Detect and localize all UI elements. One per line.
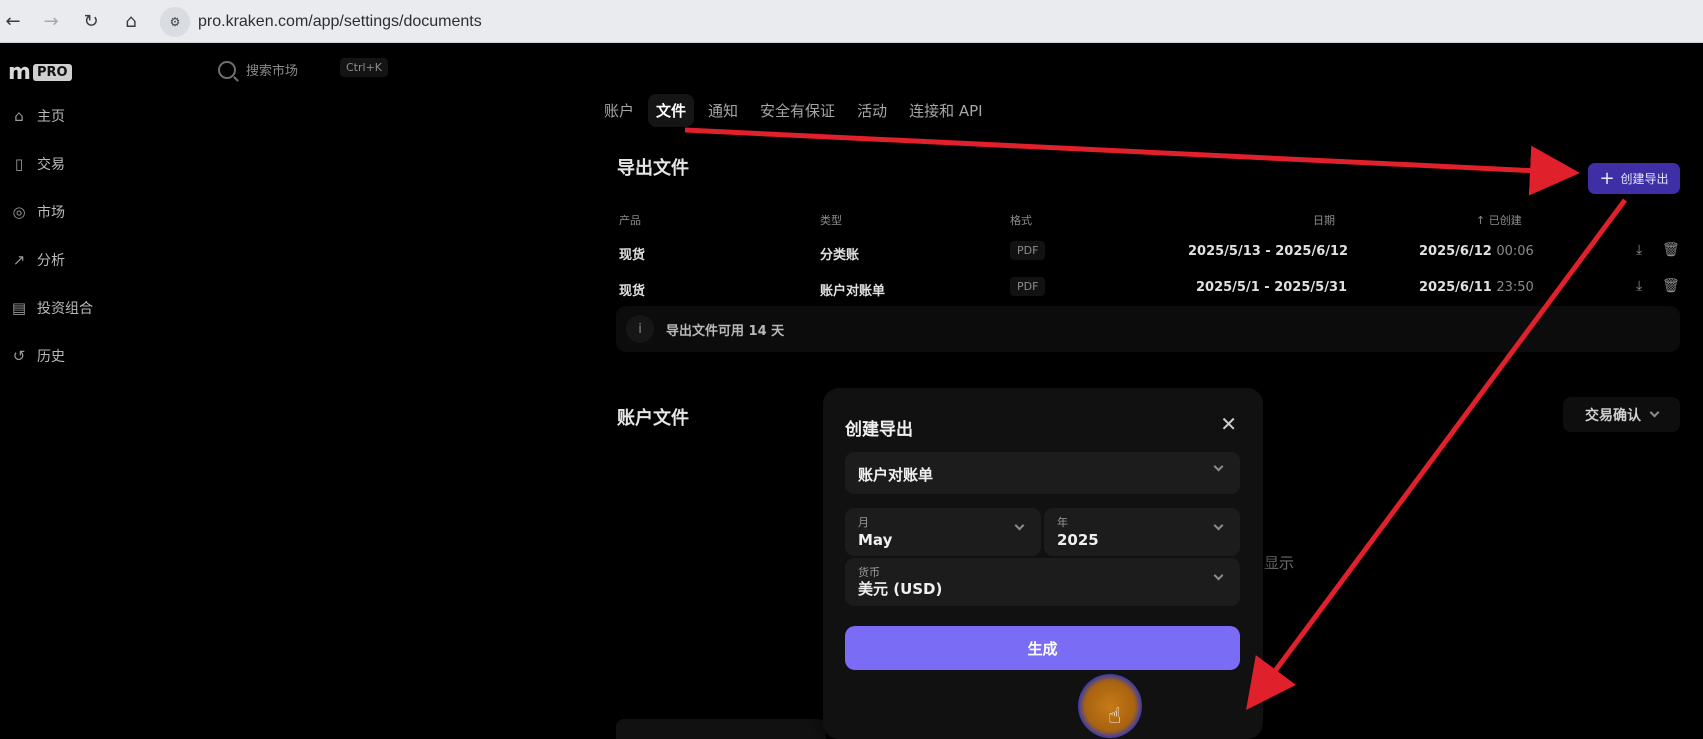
account-documents-title: 账户文件 — [617, 408, 689, 429]
reload-icon[interactable]: ↻ — [78, 8, 104, 34]
kraken-logo[interactable]: m PRO — [8, 60, 72, 85]
sidebar-item-label: 历史 — [37, 349, 65, 365]
tab-documents[interactable]: 文件 — [648, 94, 695, 127]
tab-activity[interactable]: 活动 — [849, 94, 895, 127]
empty-state-text: 显示 — [1264, 554, 1295, 572]
plus-icon: + — [1599, 167, 1615, 189]
sidebar: ⌂ 主页 ▯ 交易 ◎ 市场 ↗ 分析 ▤ 投资组合 ↺ 历史 — [10, 92, 170, 380]
sidebar-item-label: 主页 — [37, 109, 65, 125]
history-icon: ↺ — [12, 347, 26, 365]
address-bar[interactable]: ⚙ pro.kraken.com/app/settings/documents — [160, 4, 1703, 39]
row-2-created-date: 2025/6/11 — [1419, 280, 1492, 295]
tab-security[interactable]: 安全有保证 — [752, 94, 843, 127]
tab-connections-api[interactable]: 连接和 API — [901, 94, 991, 127]
document-type-select[interactable]: 账户对账单 — [845, 452, 1240, 494]
sidebar-item-history[interactable]: ↺ 历史 — [10, 332, 170, 380]
row-1-created-time: 00:06 — [1496, 244, 1534, 259]
row-1-product: 现货 — [619, 248, 646, 263]
trash-icon[interactable]: 🗑 — [1662, 278, 1680, 294]
month-select[interactable]: 月 May — [845, 508, 1041, 556]
row-2-format-badge: PDF — [1010, 277, 1046, 296]
market-search[interactable]: 搜索市场 — [218, 60, 298, 79]
chart-icon: ↗ — [12, 251, 26, 269]
generate-label: 生成 — [1027, 639, 1058, 658]
sidebar-item-markets[interactable]: ◎ 市场 — [10, 188, 170, 236]
home-icon: ⌂ — [14, 107, 24, 125]
info-icon: i — [626, 315, 654, 343]
column-header-type: 类型 — [820, 214, 842, 227]
generate-button[interactable]: 生成 — [845, 626, 1240, 670]
row-1-date-range: 2025/5/13 - 2025/6/12 — [1188, 244, 1349, 259]
chevron-down-icon — [1014, 520, 1025, 531]
document-type-value: 账户对账单 — [858, 466, 934, 484]
content-card-edge — [616, 719, 826, 739]
row-2-product: 现货 — [619, 284, 646, 299]
tab-account[interactable]: 账户 — [596, 94, 642, 127]
row-2-type: 账户对账单 — [820, 284, 886, 299]
column-header-product: 产品 — [619, 214, 641, 227]
month-label: 月 — [858, 516, 869, 529]
exports-info-banner: i 导出文件可用 14 天 — [616, 306, 1680, 352]
sidebar-item-analysis[interactable]: ↗ 分析 — [10, 236, 170, 284]
row-1-type: 分类账 — [820, 248, 860, 263]
chevron-down-icon — [1213, 520, 1224, 531]
column-header-created-label: 已创建 — [1488, 214, 1522, 227]
column-header-created[interactable]: ↑ 已创建 — [1476, 212, 1522, 228]
chevron-down-icon — [1213, 461, 1224, 472]
chevron-down-icon — [1213, 570, 1224, 581]
modal-title: 创建导出 — [845, 420, 913, 440]
download-icon[interactable]: ⤓ — [1636, 278, 1642, 294]
sidebar-item-portfolio[interactable]: ▤ 投资组合 — [10, 284, 170, 332]
currency-value: 美元 (USD) — [858, 580, 943, 598]
row-2-created-time: 23:50 — [1496, 280, 1534, 295]
search-placeholder[interactable]: 搜索市场 — [246, 60, 298, 79]
year-select[interactable]: 年 2025 — [1044, 508, 1240, 556]
logo-pro-badge: PRO — [32, 64, 72, 81]
column-header-format: 格式 — [1010, 214, 1032, 227]
wallet-icon: ▤ — [11, 299, 27, 317]
create-export-modal: 创建导出 ✕ 账户对账单 月 May 年 2025 货币 美元 (USD) 生成 — [823, 388, 1263, 739]
download-icon[interactable]: ⤓ — [1636, 242, 1642, 258]
exports-title: 导出文件 — [617, 158, 689, 179]
row-1-created: 2025/6/12 00:06 — [1419, 244, 1534, 259]
sidebar-item-label: 分析 — [37, 253, 65, 269]
sidebar-item-home[interactable]: ⌂ 主页 — [10, 92, 170, 140]
row-1-format-badge: PDF — [1010, 241, 1046, 260]
sidebar-item-trade[interactable]: ▯ 交易 — [10, 140, 170, 188]
settings-tabs: 账户 文件 通知 安全有保证 活动 连接和 API — [596, 94, 991, 127]
kraken-mark-icon: m — [8, 60, 31, 85]
candles-icon: ▯ — [14, 155, 24, 173]
sidebar-item-label: 交易 — [37, 157, 65, 173]
close-icon[interactable]: ✕ — [1220, 412, 1237, 436]
chevron-down-icon — [1649, 407, 1660, 418]
sidebar-item-label: 市场 — [37, 205, 65, 221]
site-settings-icon[interactable]: ⚙ — [160, 6, 190, 37]
column-header-date: 日期 — [1313, 214, 1335, 227]
create-export-label: 创建导出 — [1620, 172, 1669, 186]
search-icon — [218, 60, 236, 79]
url-text[interactable]: pro.kraken.com/app/settings/documents — [198, 13, 482, 31]
document-type-filter-value: 交易确认 — [1585, 407, 1641, 424]
back-icon[interactable]: ← — [0, 8, 26, 34]
hand-cursor-icon: ☝ — [1108, 704, 1122, 729]
exports-info-text: 导出文件可用 14 天 — [666, 323, 785, 339]
create-export-button[interactable]: + 创建导出 — [1588, 163, 1680, 194]
document-type-filter[interactable]: 交易确认 — [1563, 397, 1680, 432]
trash-icon[interactable]: 🗑 — [1662, 242, 1680, 258]
year-label: 年 — [1057, 516, 1068, 529]
month-value: May — [858, 531, 893, 549]
coins-icon: ◎ — [12, 203, 26, 221]
home-icon[interactable]: ⌂ — [118, 8, 144, 34]
sidebar-item-label: 投资组合 — [37, 301, 93, 317]
forward-icon[interactable]: → — [38, 8, 64, 34]
year-value: 2025 — [1057, 531, 1099, 549]
currency-select[interactable]: 货币 美元 (USD) — [845, 558, 1240, 606]
search-shortcut-badge: Ctrl+K — [340, 58, 389, 77]
row-1-created-date: 2025/6/12 — [1419, 244, 1492, 259]
row-2-date-range: 2025/5/1 - 2025/5/31 — [1196, 280, 1348, 295]
row-2-created: 2025/6/11 23:50 — [1419, 280, 1534, 295]
browser-toolbar: ← → ↻ ⌂ ⚙ pro.kraken.com/app/settings/do… — [0, 0, 1703, 43]
tab-notifications[interactable]: 通知 — [700, 94, 746, 127]
